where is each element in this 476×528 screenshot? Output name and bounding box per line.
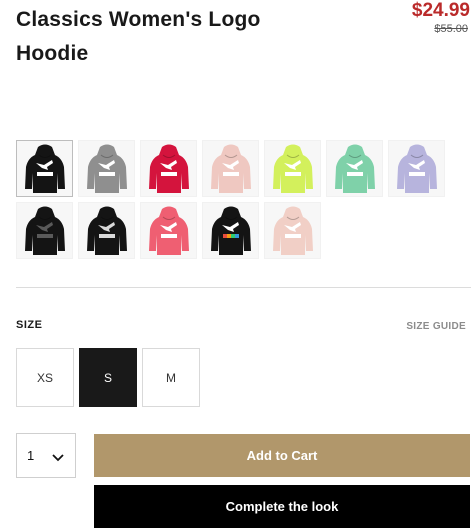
color-swatch-blush[interactable] [264, 202, 321, 259]
complete-the-look-button[interactable]: Complete the look [94, 485, 470, 528]
chevron-down-icon [51, 450, 65, 468]
color-swatch-black-white[interactable] [16, 140, 73, 197]
hoodie-thumbnail [86, 144, 127, 193]
swatch-row [16, 140, 445, 197]
color-swatch-black-dark-logo[interactable] [16, 202, 73, 259]
color-swatch-black-silver[interactable] [78, 202, 135, 259]
quantity-value: 1 [27, 448, 35, 463]
hoodie-thumbnail [334, 144, 375, 193]
hoodie-thumbnail [148, 144, 189, 193]
hoodie-thumbnail [148, 206, 189, 255]
hoodie-thumbnail [24, 144, 65, 193]
add-to-cart-button[interactable]: Add to Cart [94, 434, 470, 477]
color-swatch-black-rainbow[interactable] [202, 202, 259, 259]
swatch-row [16, 202, 445, 259]
size-options: XS S M [16, 348, 200, 407]
hoodie-thumbnail [24, 206, 65, 255]
hoodie-thumbnail [210, 206, 251, 255]
original-price: $55.00 [434, 23, 468, 35]
sale-price: $24.99 [411, 0, 470, 21]
hoodie-thumbnail [86, 206, 127, 255]
color-swatch-red[interactable] [140, 140, 197, 197]
product-title: Classics Women's Logo Hoodie [16, 8, 261, 65]
quantity-select[interactable]: 1 [16, 433, 76, 478]
hoodie-thumbnail [272, 206, 313, 255]
color-swatch-lime[interactable] [264, 140, 321, 197]
size-option-s[interactable]: S [79, 348, 137, 407]
color-swatch-mint[interactable] [326, 140, 383, 197]
color-swatch-grey[interactable] [78, 140, 135, 197]
size-option-m[interactable]: M [142, 348, 200, 407]
color-swatch-lavender[interactable] [388, 140, 445, 197]
hoodie-thumbnail [210, 144, 251, 193]
size-label: SIZE [16, 319, 43, 331]
hoodie-thumbnail [272, 144, 313, 193]
size-option-xs[interactable]: XS [16, 348, 74, 407]
hoodie-thumbnail [396, 144, 437, 193]
size-guide-link[interactable]: SIZE GUIDE [406, 321, 466, 332]
color-swatches [16, 140, 445, 264]
divider [16, 287, 471, 288]
color-swatch-pink[interactable] [202, 140, 259, 197]
color-swatch-coral[interactable] [140, 202, 197, 259]
